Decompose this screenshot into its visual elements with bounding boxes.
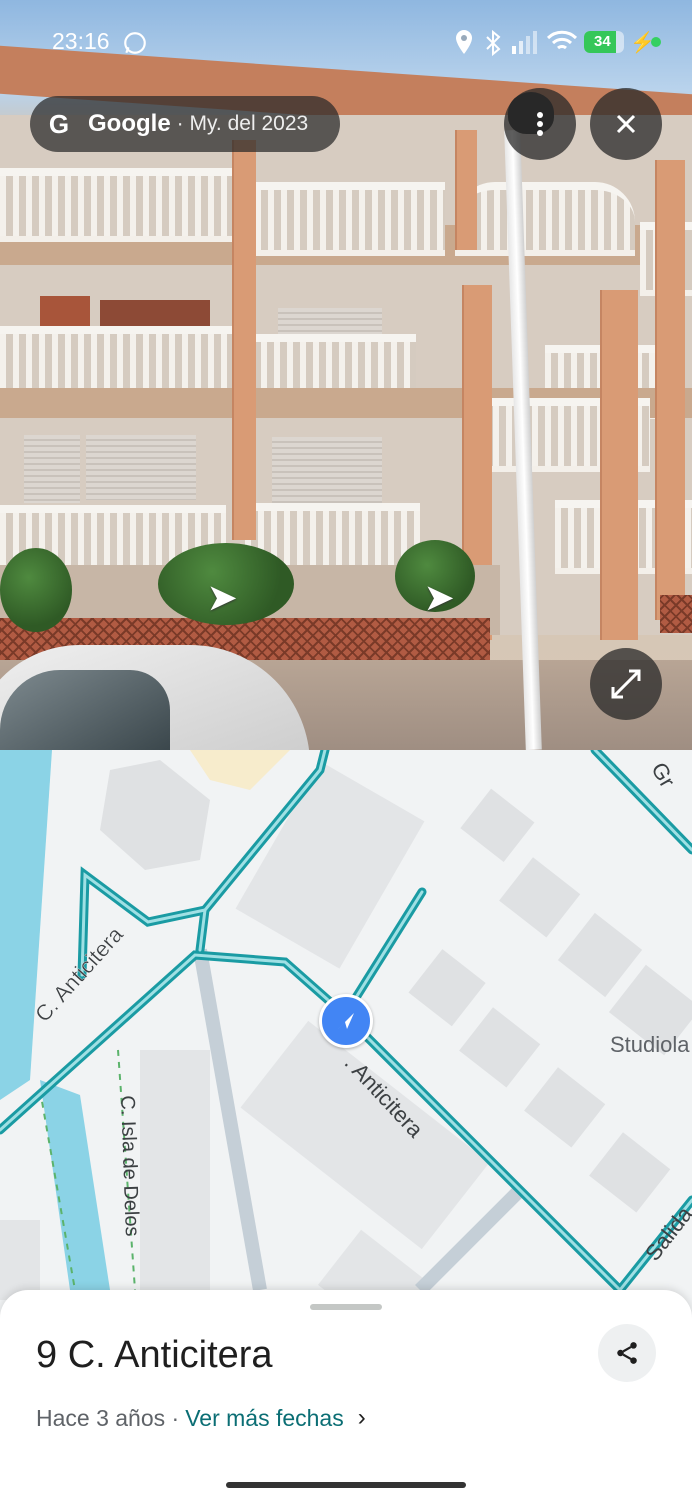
fullscreen-button[interactable] [590,648,662,720]
capture-age: Hace 3 años · [36,1404,180,1431]
more-options-button[interactable] [504,88,576,160]
battery-icon: 34 [584,31,624,53]
more-vert-icon [537,112,543,136]
share-icon [617,1342,637,1364]
location-icon [456,30,472,54]
street-label-isla-de-delos: C. Isla de Delos [116,1095,143,1237]
place-bottom-sheet[interactable]: 9 C. Anticitera Hace 3 años · Ver más fe… [0,1290,692,1500]
nav-arrow-left-icon[interactable]: ➤ [208,578,237,618]
streetview-date-chip[interactable]: G Google · My. del 2023 [30,96,340,152]
more-dates-link[interactable]: Ver más fechas [185,1405,344,1432]
provider-label: Google [88,110,171,137]
bluetooth-icon [486,30,501,56]
chevron-right-icon[interactable]: › [358,1404,366,1432]
signal-icon [512,31,537,54]
current-view-marker[interactable] [319,994,373,1048]
nav-arrow-right-icon[interactable]: ➤ [425,578,454,618]
expand-icon [611,669,641,699]
capture-info-row: Hace 3 años · Ver más fechas › [36,1404,366,1432]
capture-date: · My. del 2023 [176,112,309,135]
status-time: 23:16 [52,28,110,54]
address-title: 9 C. Anticitera [36,1334,273,1376]
close-button[interactable] [590,88,662,160]
place-label-studiola[interactable]: Studiola [610,1032,690,1058]
google-logo-icon: G [48,108,70,139]
wifi-icon [546,30,578,50]
status-bar: 23:16 34 ⚡ [0,0,692,86]
gesture-nav-bar[interactable] [226,1482,466,1488]
close-icon [616,114,636,134]
direction-arrow-icon [338,1013,354,1029]
privacy-dot-icon [651,37,661,47]
sheet-drag-handle[interactable] [310,1304,382,1310]
battery-level: 34 [584,31,616,53]
whatsapp-icon [124,32,146,54]
share-button[interactable] [598,1324,656,1382]
